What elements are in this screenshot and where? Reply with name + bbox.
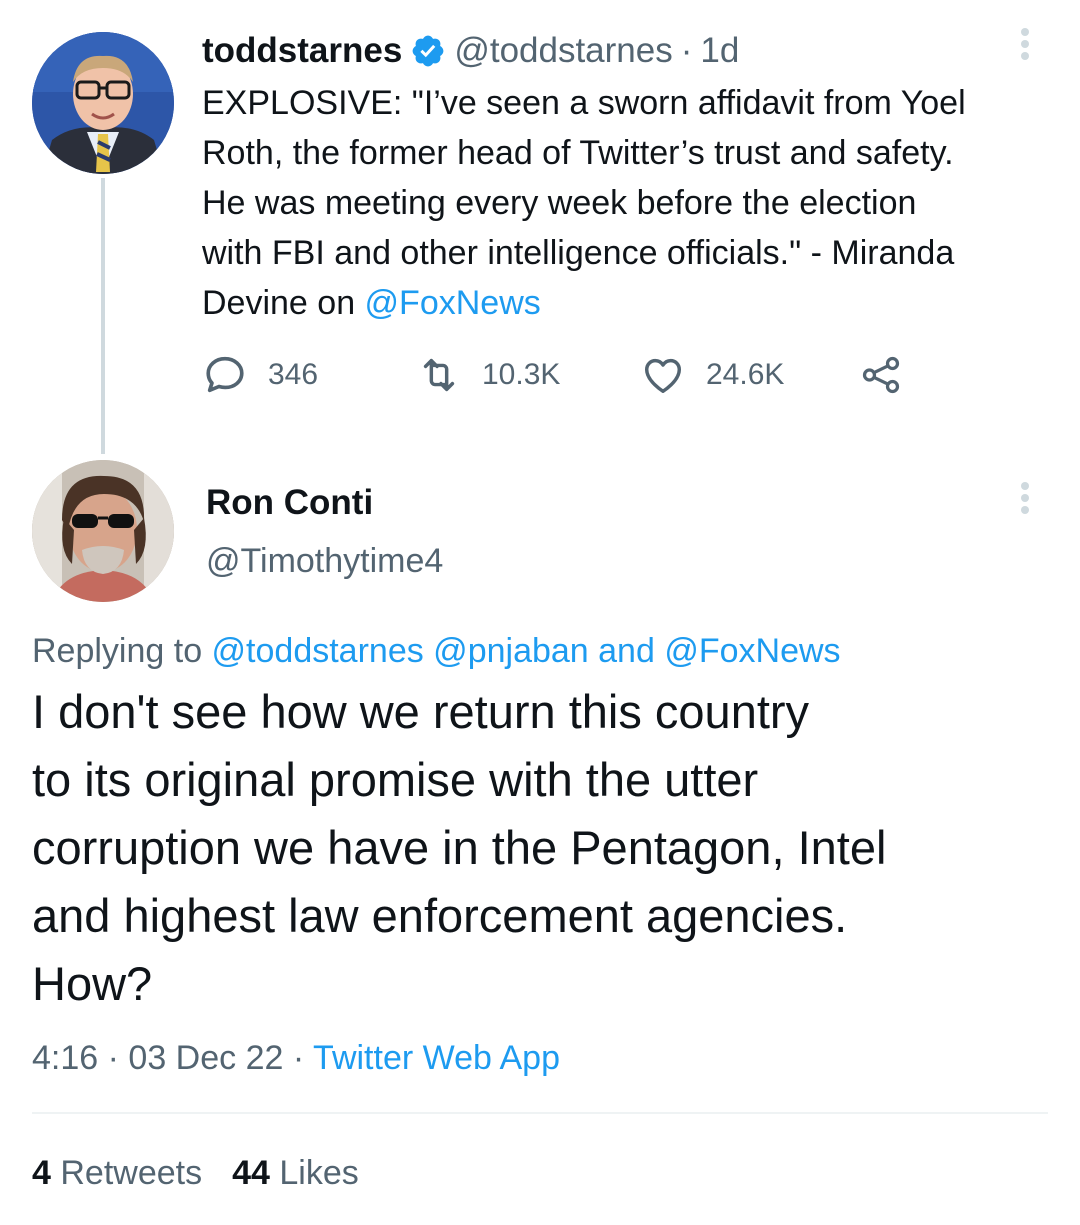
like-count: 24.6K: [706, 358, 785, 391]
like-label: Likes: [279, 1154, 359, 1192]
tweet-text-line: EXPLOSIVE: "I’ve seen a sworn affidavit …: [202, 84, 966, 122]
handle[interactable]: @Timothytime4: [206, 538, 443, 584]
tweet-time[interactable]: 4:16: [32, 1039, 98, 1077]
tweet-text-line: Roth, the former head of Twitter’s trust…: [202, 134, 954, 172]
display-name[interactable]: toddstarnes: [202, 28, 402, 74]
tweet-text-line: corruption we have in the Pentagon, Inte…: [32, 821, 887, 874]
retweet-icon: [423, 358, 455, 392]
retweet-count: 10.3K: [482, 358, 561, 391]
tweet-metadata: 4:16 · 03 Dec 22 · Twitter Web App: [32, 1034, 560, 1082]
divider: [32, 1112, 1048, 1114]
replying-mentions-link[interactable]: @toddstarnes @pnjaban and @FoxNews: [212, 632, 841, 670]
parent-tweet-text: EXPLOSIVE: "I’ve seen a sworn affidavit …: [202, 78, 1052, 328]
tweet-text-line: He was meeting every week before the ele…: [202, 184, 917, 222]
tweet-text-line-last: Devine on @FoxNews: [202, 278, 1052, 328]
tweet-text-fragment: Devine on: [202, 284, 365, 322]
replying-to: Replying to @toddstarnes @pnjaban and @F…: [32, 628, 841, 674]
engagement-stats: 4 Retweets 44 Likes: [32, 1150, 359, 1196]
mention-link[interactable]: @FoxNews: [365, 284, 541, 322]
heart-icon: [644, 358, 682, 394]
verified-badge-icon: [410, 33, 446, 69]
separator: ·: [292, 1039, 305, 1077]
tweet-date[interactable]: 03 Dec 22: [128, 1039, 283, 1077]
separator: ·: [680, 31, 693, 70]
avatar-toddstarnes[interactable]: [32, 32, 174, 174]
retweet-label: Retweets: [60, 1154, 203, 1192]
parent-tweet-header: toddstarnes @toddstarnes · 1d: [202, 28, 739, 74]
reply-tweet-text: I don't see how we return this country t…: [32, 678, 1042, 1018]
retweet-button[interactable]: 10.3K: [416, 350, 560, 400]
more-options-icon[interactable]: [1010, 482, 1040, 522]
share-icon: [862, 356, 900, 394]
avatar-image: [32, 32, 174, 174]
like-count: 44: [232, 1154, 270, 1192]
thread-connector-line: [101, 178, 105, 454]
share-button[interactable]: [858, 350, 924, 400]
tweet-source-link[interactable]: Twitter Web App: [313, 1039, 560, 1077]
tweet-text-line: to its original promise with the utter: [32, 753, 759, 806]
tweet-text-line: I don't see how we return this country: [32, 685, 810, 738]
handle[interactable]: @toddstarnes: [454, 28, 672, 74]
likes-stat[interactable]: 44 Likes: [232, 1154, 359, 1192]
avatar-ron-conti[interactable]: [32, 460, 174, 602]
replying-prefix: Replying to: [32, 632, 212, 670]
reply-count: 346: [268, 358, 319, 391]
tweet-text-line: How?: [32, 957, 153, 1010]
more-options-icon[interactable]: [1010, 28, 1040, 68]
like-button[interactable]: 24.6K: [640, 350, 784, 400]
retweet-count: 4: [32, 1154, 51, 1192]
retweets-stat[interactable]: 4 Retweets: [32, 1154, 202, 1192]
display-name[interactable]: Ron Conti: [206, 480, 373, 526]
reply-button[interactable]: 346: [202, 350, 318, 400]
separator: ·: [107, 1039, 119, 1077]
tweet-text-line: and highest law enforcement agencies.: [32, 889, 848, 942]
tweet-text-line: with FBI and other intelligence official…: [202, 234, 955, 272]
timestamp[interactable]: 1d: [700, 28, 739, 74]
reply-icon: [206, 356, 244, 393]
avatar-image: [32, 460, 174, 602]
